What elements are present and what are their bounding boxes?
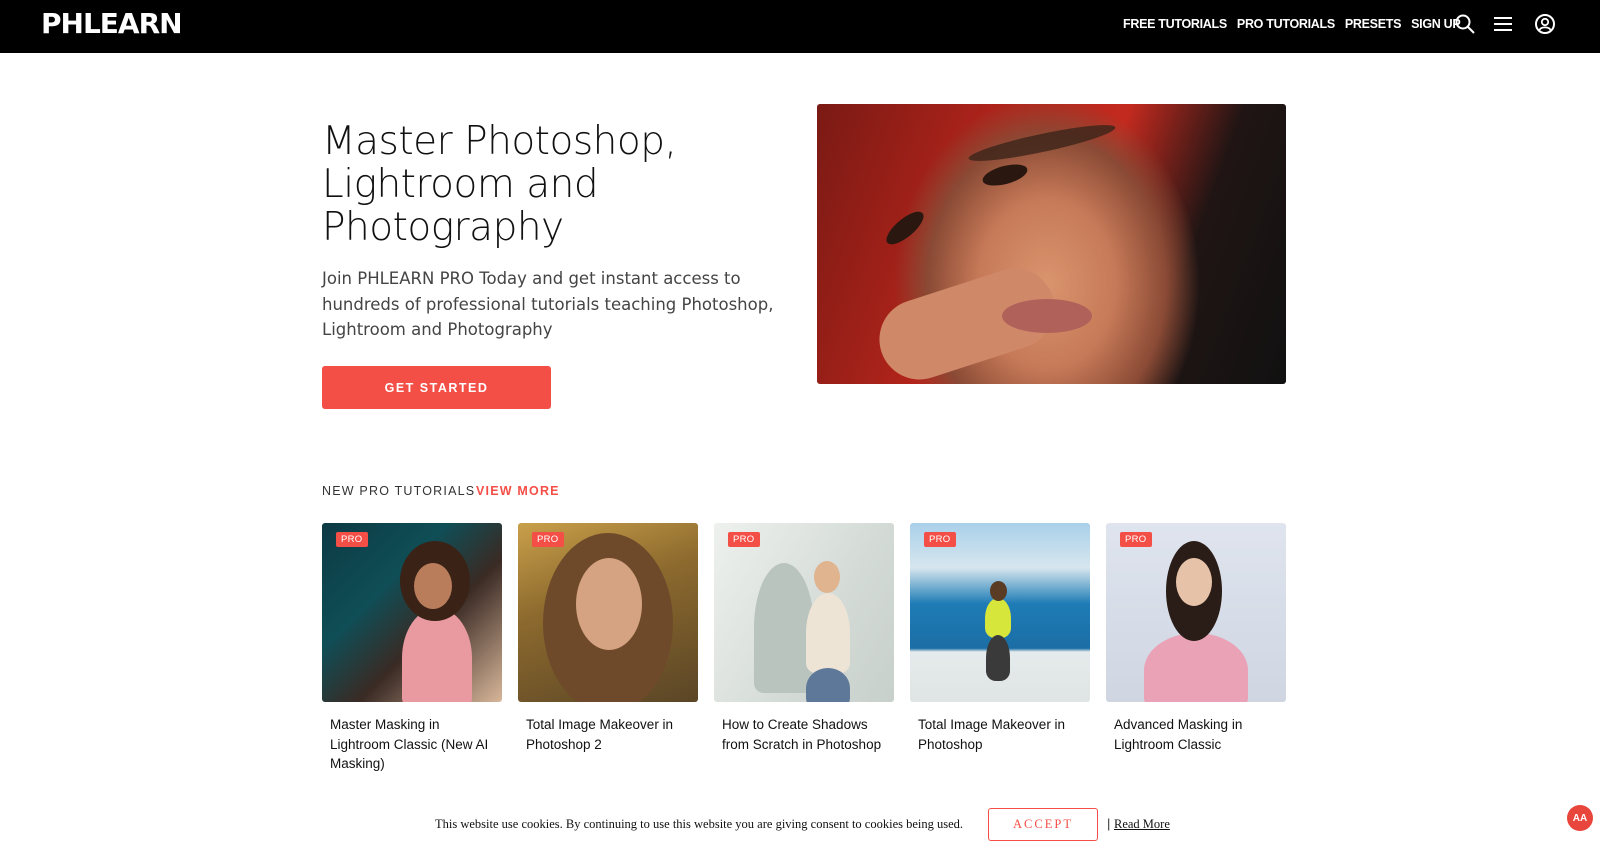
search-icon[interactable]: [1454, 13, 1476, 35]
thumbnail-detail: [985, 598, 1011, 638]
cookie-notice-text: This website use cookies. By continuing …: [435, 817, 964, 831]
nav-presets[interactable]: PRESETS: [1345, 17, 1402, 31]
pro-badge: PRO: [532, 532, 564, 547]
tutorial-thumbnail[interactable]: PRO: [518, 523, 698, 702]
cookie-read-more-link[interactable]: Read More: [1114, 817, 1170, 832]
thumbnail-detail: [576, 558, 642, 650]
nav-free-tutorials[interactable]: FREE TUTORIALS: [1123, 17, 1227, 31]
phlearn-logo[interactable]: PHLEARN: [41, 9, 183, 39]
account-icon[interactable]: [1534, 13, 1556, 35]
thumbnail-detail: [990, 581, 1007, 601]
tutorial-card[interactable]: PRO Master Masking in Lightroom Classic …: [322, 523, 502, 774]
thumbnail-detail: [754, 563, 814, 693]
thumbnail-detail: [806, 668, 850, 702]
tutorial-title[interactable]: How to Create Shadows from Scratch in Ph…: [714, 715, 894, 754]
nav-pro-tutorials[interactable]: PRO TUTORIALS: [1237, 17, 1335, 31]
tutorial-thumbnail[interactable]: PRO: [322, 523, 502, 702]
cookie-separator: |: [1107, 816, 1111, 831]
hero-title: Master Photoshop, Lightroom and Photogra…: [322, 119, 677, 250]
thumbnail-detail: [1144, 633, 1248, 702]
thumbnail-detail: [402, 608, 472, 702]
thumbnail-detail: [414, 563, 452, 609]
main-nav: FREE TUTORIALS PRO TUTORIALS PRESETS SIG…: [1123, 17, 1470, 31]
tutorial-thumbnail[interactable]: PRO: [1106, 523, 1286, 702]
get-started-button[interactable]: GET STARTED: [322, 366, 551, 409]
pro-badge: PRO: [728, 532, 760, 547]
top-navigation-bar: PHLEARN FREE TUTORIALS PRO TUTORIALS PRE…: [0, 0, 1600, 53]
tutorial-title[interactable]: Total Image Makeover in Photoshop 2: [518, 715, 698, 754]
tutorial-title[interactable]: Total Image Makeover in Photoshop: [910, 715, 1090, 754]
portrait-detail: [966, 118, 1118, 168]
accessibility-icon[interactable]: AA: [1567, 805, 1593, 831]
thumbnail-detail: [806, 593, 850, 673]
thumbnail-detail: [814, 561, 840, 593]
tutorial-card[interactable]: PRO How to Create Shadows from Scratch i…: [714, 523, 894, 754]
thumbnail-detail: [986, 635, 1010, 681]
tutorial-card[interactable]: PRO Total Image Makeover in Photoshop: [910, 523, 1090, 754]
menu-icon[interactable]: [1492, 13, 1514, 35]
thumbnail-detail: [1176, 558, 1212, 606]
cookie-accept-button[interactable]: ACCEPT: [988, 808, 1098, 841]
portrait-detail: [980, 160, 1030, 190]
tutorial-thumbnail[interactable]: PRO: [714, 523, 894, 702]
hero-subtitle: Join PHLEARN PRO Today and get instant a…: [322, 269, 774, 339]
tutorial-title[interactable]: Master Masking in Lightroom Classic (New…: [322, 715, 502, 774]
section-label: NEW PRO TUTORIALS: [322, 484, 476, 498]
pro-badge: PRO: [1120, 532, 1152, 547]
pro-badge: PRO: [336, 532, 368, 547]
pro-badge: PRO: [924, 532, 956, 547]
tutorial-card[interactable]: PRO Advanced Masking in Lightroom Classi…: [1106, 523, 1286, 754]
hero-portrait-image: [817, 104, 1286, 384]
portrait-detail: [1002, 299, 1092, 333]
portrait-detail: [881, 206, 929, 250]
view-more-link[interactable]: VIEW MORE: [476, 484, 560, 498]
tutorial-card[interactable]: PRO Total Image Makeover in Photoshop 2: [518, 523, 698, 754]
tutorial-title[interactable]: Advanced Masking in Lightroom Classic: [1106, 715, 1286, 754]
tutorial-thumbnail[interactable]: PRO: [910, 523, 1090, 702]
